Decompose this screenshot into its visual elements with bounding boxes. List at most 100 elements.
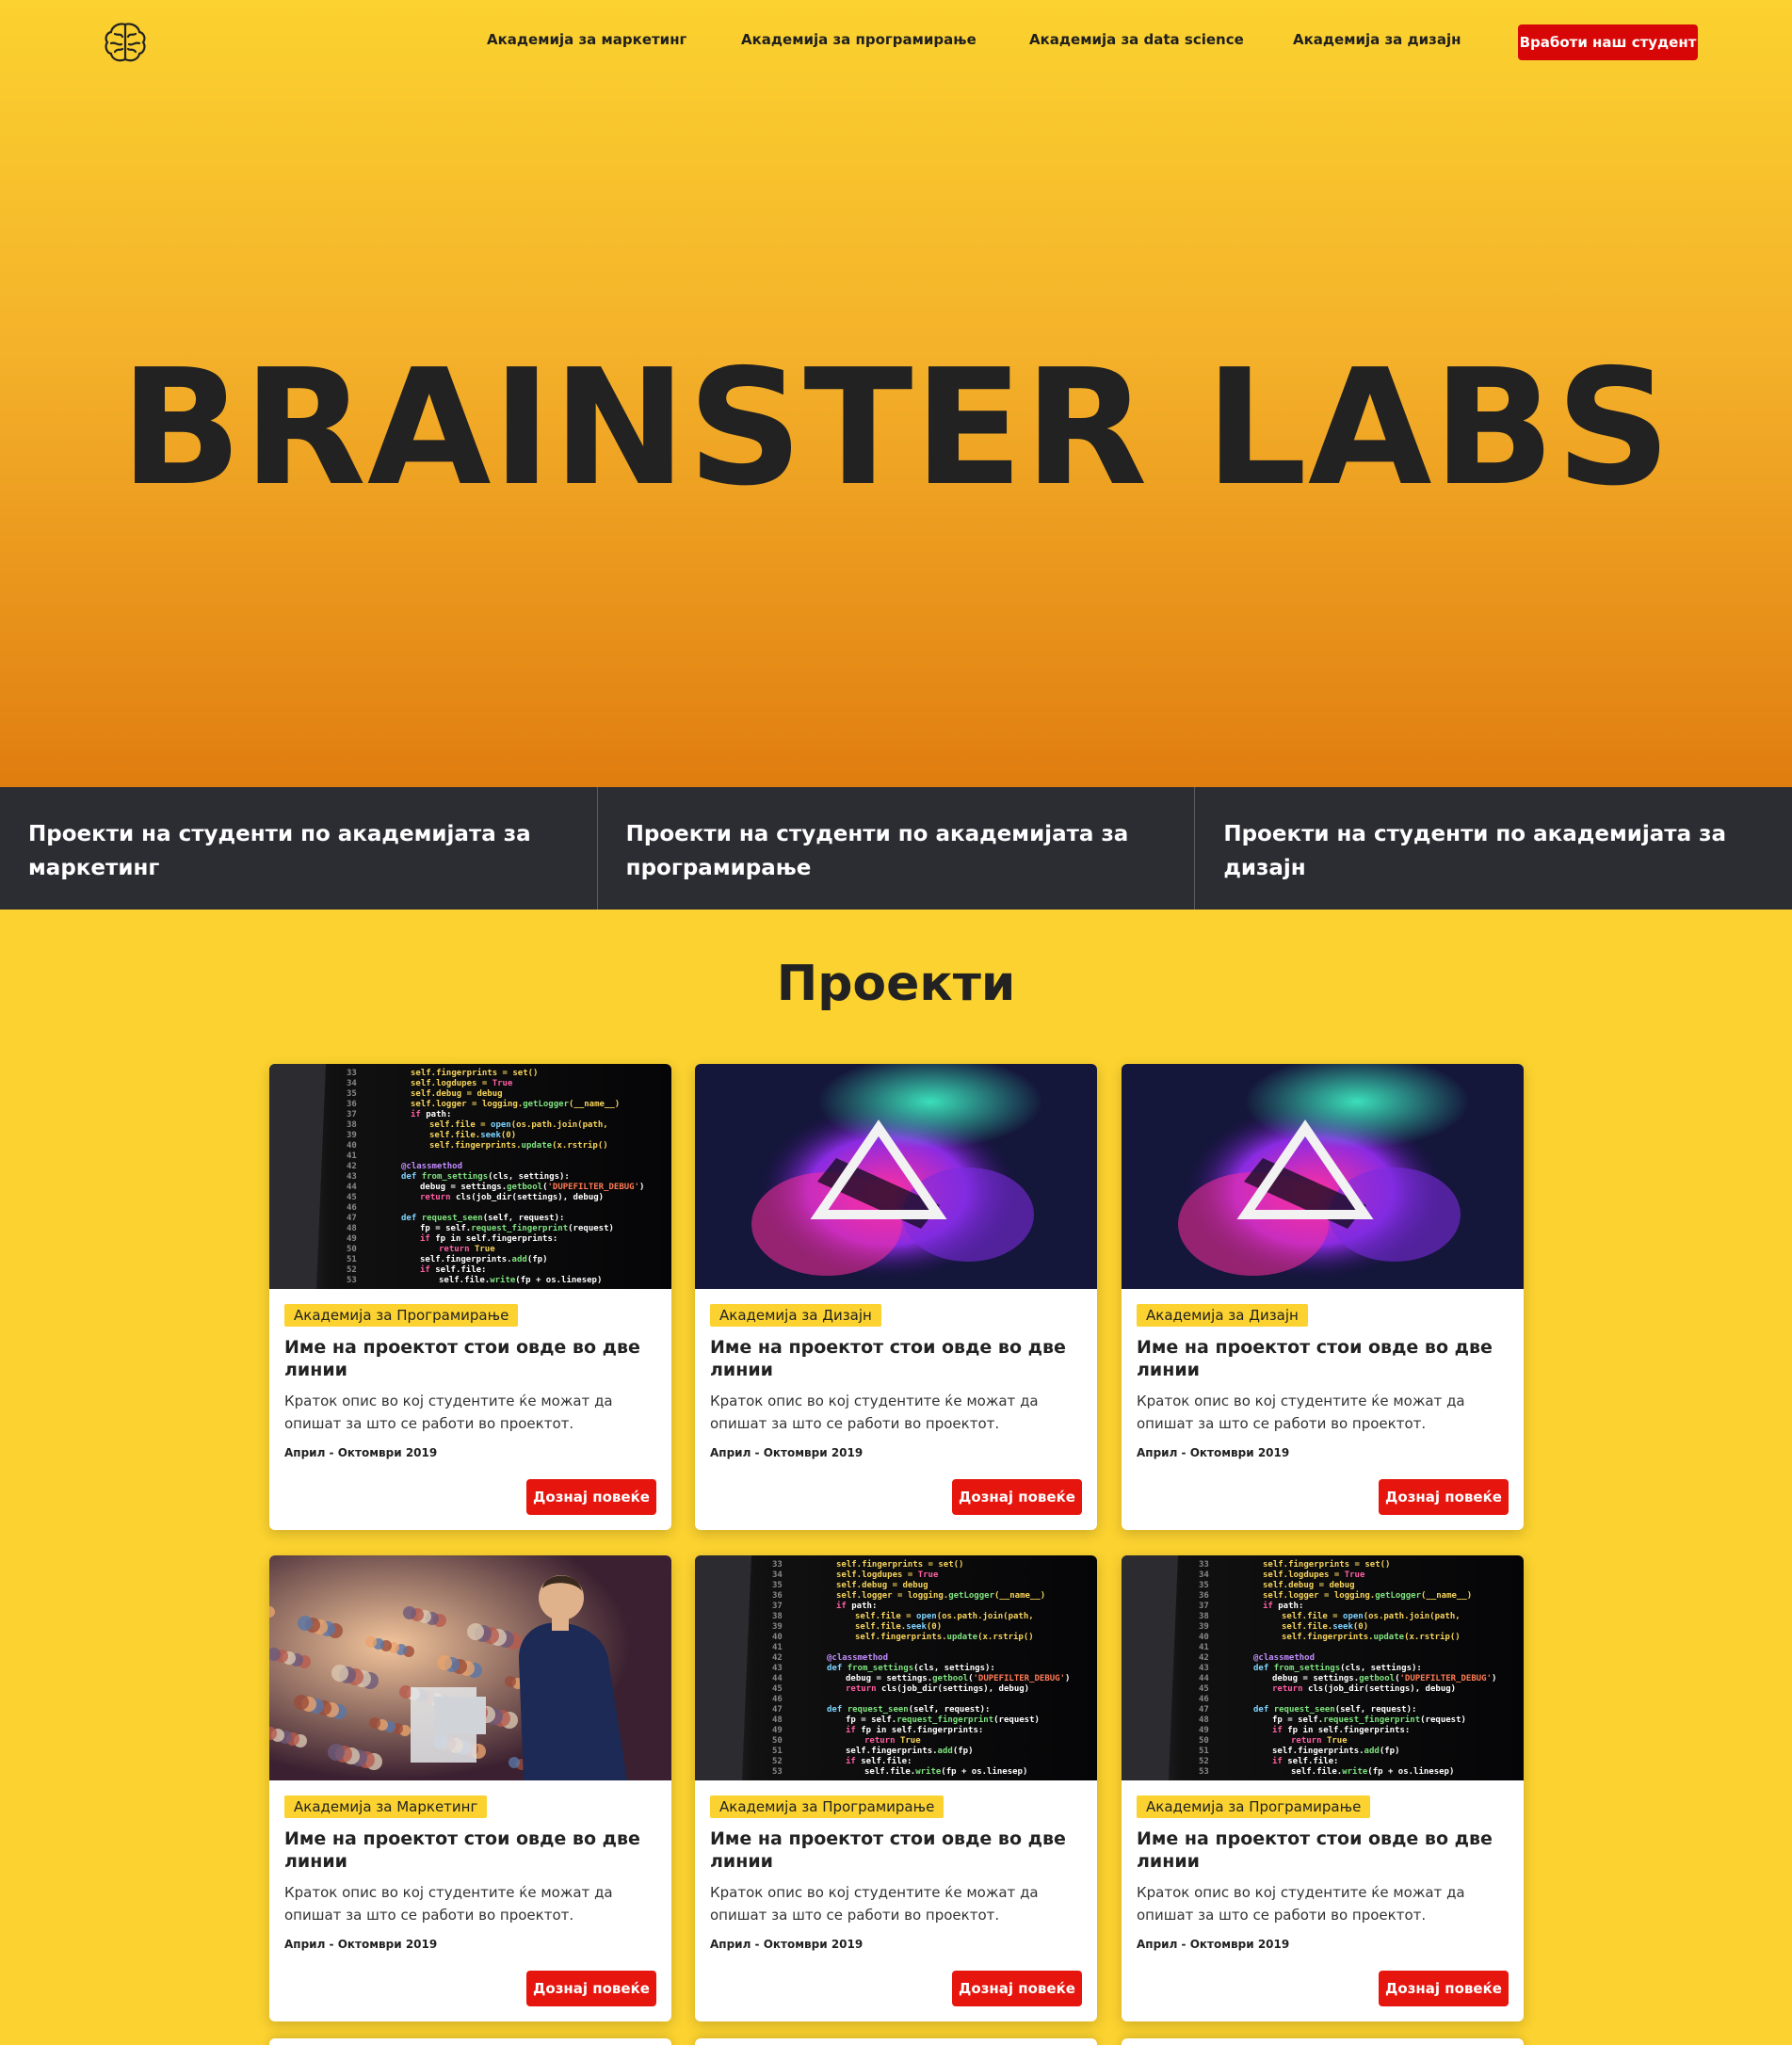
learn-more-button[interactable]: Дознај повеќе (526, 1479, 656, 1515)
project-date: Април - Октомври 2019 (284, 1446, 438, 1459)
project-description: Краток опис во кој студентите ќе можат д… (284, 1884, 613, 1924)
svg-text:return cls(job_dir(settings),: return cls(job_dir(settings), debug) (1272, 1683, 1456, 1694)
project-card[interactable]: 33 34 35 36 37 38 39 40 41 42 43 44 45 46 47 48 49 50 51 52… (695, 1555, 1097, 2021)
hero-section: BRAINSTER LABS (0, 0, 1792, 787)
learn-more-button[interactable]: Дознај повеќе (1379, 1479, 1509, 1515)
svg-text:49: 49 (772, 1726, 783, 1735)
svg-text:return cls(job_dir(settings),: return cls(job_dir(settings), debug) (846, 1683, 1029, 1694)
category-marketing[interactable]: Проекти на студенти по академијата за ма… (0, 787, 598, 910)
card-body: Академија за Програмирање Име на проекто… (1122, 1780, 1524, 2021)
svg-text:if self.file:: if self.file: (1272, 1756, 1338, 1766)
svg-text:self.file.seek(0): self.file.seek(0) (855, 1621, 942, 1632)
conference-speaker-image[interactable] (269, 1555, 671, 1780)
learn-more-button[interactable]: Дознај повеќе (952, 1971, 1082, 2006)
svg-text:return cls(job_dir(settings),: return cls(job_dir(settings), debug) (420, 1192, 604, 1202)
nav-link-programming[interactable]: Академија за програмирање (741, 31, 977, 48)
project-date: Април - Октомври 2019 (710, 1446, 864, 1459)
svg-text:51: 51 (772, 1747, 783, 1756)
category-filter-bar: Проекти на студенти по академијата за ма… (0, 787, 1792, 910)
svg-text:36: 36 (1199, 1591, 1209, 1601)
svg-text:self.fingerprints.update(x.rst: self.fingerprints.update(x.rstrip() (429, 1140, 608, 1151)
project-card[interactable]: Академија за Маркетинг Име на проектот с… (269, 1555, 671, 2021)
svg-text:self.fingerprints = set(): self.fingerprints = set() (836, 1559, 963, 1570)
svg-text:47: 47 (347, 1214, 357, 1223)
svg-text:39: 39 (1199, 1622, 1209, 1632)
svg-text:37: 37 (772, 1602, 783, 1611)
svg-text:37: 37 (1199, 1602, 1209, 1611)
project-description: Краток опис во кој студентите ќе можат д… (710, 1884, 1039, 1924)
project-card[interactable]: Академија за Дизајн Име на проектот стои… (1122, 1064, 1524, 1530)
svg-text:def request_seen(self, request: def request_seen(self, request): (401, 1214, 564, 1223)
svg-text:45: 45 (347, 1193, 357, 1202)
svg-text:self.file.write(fp + os.linese: self.file.write(fp + os.linesep) (864, 1766, 1027, 1777)
svg-text:48: 48 (1199, 1715, 1209, 1725)
project-title: Име на проектот стои овде во две линии (710, 1337, 1066, 1380)
brain-icon[interactable] (102, 19, 149, 66)
svg-text:fp = self.request_fingerprint(: fp = self.request_fingerprint(request) (1272, 1715, 1466, 1725)
svg-text:51: 51 (1199, 1747, 1209, 1756)
svg-text:if path:: if path: (1263, 1601, 1303, 1611)
code-screen-image[interactable]: 33 34 35 36 37 38 39 40 41 42 43 44 45 46 47 48 49 50 51 52… (695, 1555, 1097, 1780)
academy-tag: Академија за Дизајн (1137, 1304, 1308, 1327)
svg-text:40: 40 (1199, 1633, 1209, 1642)
nav-link-marketing[interactable]: Академија за маркетинг (487, 31, 686, 48)
svg-text:35: 35 (772, 1581, 783, 1590)
triangle-art-image[interactable] (695, 1064, 1097, 1289)
svg-text:53: 53 (772, 1767, 783, 1777)
svg-text:49: 49 (347, 1234, 357, 1244)
project-date: Април - Октомври 2019 (1137, 1446, 1290, 1459)
code-screen-image[interactable]: 33 34 35 36 37 38 39 40 41 42 43 44 45 46 47 48 49 50 51 52… (269, 1064, 671, 1289)
svg-text:33: 33 (1199, 1560, 1209, 1570)
category-design[interactable]: Проекти на студенти по академијата за ди… (1195, 787, 1792, 910)
hero-title: BRAINSTER LABS (120, 335, 1672, 522)
svg-text:35: 35 (1199, 1581, 1209, 1590)
svg-text:33: 33 (347, 1069, 357, 1078)
svg-text:self.file = open(os.path.join(: self.file = open(os.path.join(path, (855, 1611, 1034, 1621)
svg-text:44: 44 (1199, 1674, 1209, 1683)
project-card[interactable]: 33 34 35 36 37 38 39 40 41 42 43 44 45 46 47 48 49 50 51 52… (1122, 1555, 1524, 2021)
svg-text:36: 36 (347, 1100, 357, 1109)
card-body: Академија за Маркетинг Име на проектот с… (269, 1780, 671, 2021)
svg-text:self.debug = debug: self.debug = debug (411, 1089, 503, 1099)
svg-text:self.logdupes = True: self.logdupes = True (411, 1079, 513, 1088)
svg-text:37: 37 (347, 1110, 357, 1119)
card-body: Академија за Дизајн Име на проектот стои… (695, 1289, 1097, 1530)
project-card[interactable]: 33 34 35 36 37 38 39 40 41 42 43 44 45 46 47 48 49 50 51 52… (269, 1064, 671, 1530)
svg-text:40: 40 (772, 1633, 783, 1642)
svg-text:self.debug = debug: self.debug = debug (1263, 1581, 1355, 1590)
svg-text:self.fingerprints = set(): self.fingerprints = set() (1263, 1559, 1390, 1570)
svg-text:self.logger = logging.getLogge: self.logger = logging.getLogger(__name__… (1263, 1590, 1472, 1601)
card-body: Академија за Програмирање Име на проекто… (695, 1780, 1097, 2021)
code-screen-image[interactable]: 33 34 35 36 37 38 39 40 41 42 43 44 45 46 47 48 49 50 51 52… (1122, 1555, 1524, 1780)
triangle-art-image[interactable] (1122, 1064, 1524, 1289)
project-title: Име на проектот стои овде во две линии (1137, 1828, 1493, 1872)
academy-tag: Академија за Програмирање (710, 1795, 944, 1818)
learn-more-button[interactable]: Дознај повеќе (1379, 1971, 1509, 2006)
svg-text:46: 46 (772, 1695, 783, 1704)
svg-text:return True: return True (1291, 1736, 1348, 1746)
svg-text:38: 38 (347, 1120, 357, 1130)
learn-more-button[interactable]: Дознај повеќе (526, 1971, 656, 2006)
nav-link-data-science[interactable]: Академија за data science (1029, 31, 1244, 48)
svg-text:48: 48 (347, 1224, 357, 1233)
svg-text:@classmethod: @classmethod (1253, 1653, 1315, 1663)
svg-text:46: 46 (347, 1203, 357, 1213)
hire-student-button[interactable]: Вработи наш студент (1518, 24, 1698, 60)
category-programming[interactable]: Проекти на студенти по академијата за пр… (598, 787, 1196, 910)
top-navbar: Академија за маркетинг Академија за прог… (0, 0, 1792, 85)
project-title: Име на проектот стои овде во две линии (284, 1828, 640, 1872)
learn-more-button[interactable]: Дознај повеќе (952, 1479, 1082, 1515)
svg-text:48: 48 (772, 1715, 783, 1725)
svg-text:if fp in self.fingerprints:: if fp in self.fingerprints: (420, 1233, 557, 1244)
svg-text:47: 47 (1199, 1705, 1209, 1715)
project-card[interactable]: Академија за Дизајн Име на проектот стои… (695, 1064, 1097, 1530)
project-description: Краток опис во кој студентите ќе можат д… (1137, 1884, 1465, 1924)
svg-text:43: 43 (1199, 1664, 1209, 1673)
project-description: Краток опис во кој студентите ќе можат д… (284, 1393, 613, 1432)
svg-text:39: 39 (772, 1622, 783, 1632)
svg-text:def from_settings(cls, setting: def from_settings(cls, settings): (1253, 1663, 1422, 1673)
academy-tag: Академија за Дизајн (710, 1304, 881, 1327)
svg-text:34: 34 (1199, 1570, 1209, 1580)
svg-text:35: 35 (347, 1089, 357, 1099)
nav-link-design[interactable]: Академија за дизајн (1293, 31, 1461, 48)
